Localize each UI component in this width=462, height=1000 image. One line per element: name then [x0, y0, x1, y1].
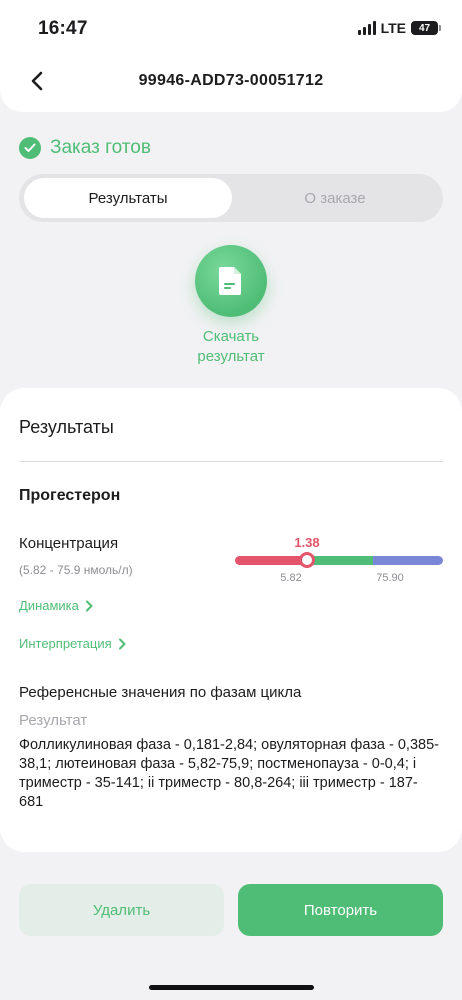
- scale-high-segment: [373, 556, 443, 565]
- document-icon: [219, 267, 241, 295]
- network-label: LTE: [380, 20, 406, 36]
- delete-button[interactable]: Удалить: [19, 884, 224, 936]
- concentration-label: Концентрация: [19, 535, 119, 552]
- chevron-right-icon: [118, 638, 126, 649]
- signal-icon: [357, 21, 376, 35]
- scale-normal-segment: [307, 556, 373, 565]
- reference-title: Референсные значения по фазам цикла: [19, 684, 302, 701]
- interpretation-label: Интерпретация: [19, 636, 112, 651]
- reference-subtitle: Результат: [19, 712, 88, 729]
- chevron-right-icon: [85, 600, 93, 611]
- top-panel: 16:47 LTE 47 99946-ADD73-00051712: [0, 0, 462, 112]
- chevron-left-icon: [31, 71, 43, 91]
- home-indicator: [149, 985, 314, 990]
- order-id: 99946-ADD73-00051712: [138, 72, 324, 89]
- tab-switcher: Результаты О заказе: [19, 174, 443, 222]
- status-time: 16:47: [38, 18, 88, 39]
- result-value: 1.38: [294, 535, 320, 550]
- reference-text: Фолликулиновая фаза - 0,181-2,84; овулят…: [19, 737, 439, 810]
- repeat-button[interactable]: Повторить: [238, 884, 443, 936]
- download-label[interactable]: Скачать результат: [130, 327, 332, 367]
- dynamics-label: Динамика: [19, 598, 79, 613]
- result-scale: 1.38 5.82 75.90: [235, 535, 443, 585]
- analyte-name: Прогестерон: [19, 487, 121, 504]
- results-title: Результаты: [19, 417, 114, 437]
- scale-high-tick: 75.90: [376, 572, 404, 584]
- order-status-text: Заказ готов: [50, 137, 151, 158]
- status-indicators: LTE 47: [357, 20, 441, 36]
- download-button[interactable]: [195, 245, 267, 317]
- reference-range: (5.82 - 75.9 нмоль/л): [19, 563, 133, 577]
- battery-icon: 47: [411, 21, 441, 35]
- interpretation-link[interactable]: Интерпретация: [19, 636, 126, 651]
- back-button[interactable]: [22, 66, 52, 96]
- scale-marker: [299, 552, 315, 568]
- order-status: Заказ готов: [19, 137, 151, 159]
- dynamics-link[interactable]: Динамика: [19, 598, 93, 613]
- battery-level: 47: [418, 22, 431, 34]
- tab-results[interactable]: Результаты: [24, 178, 232, 218]
- tab-about-order[interactable]: О заказе: [231, 178, 439, 218]
- scale-low-tick: 5.82: [280, 572, 302, 584]
- check-circle-icon: [19, 137, 41, 159]
- scale-low-segment: [235, 556, 307, 565]
- divider: [19, 461, 443, 462]
- scale-bar: [235, 556, 443, 565]
